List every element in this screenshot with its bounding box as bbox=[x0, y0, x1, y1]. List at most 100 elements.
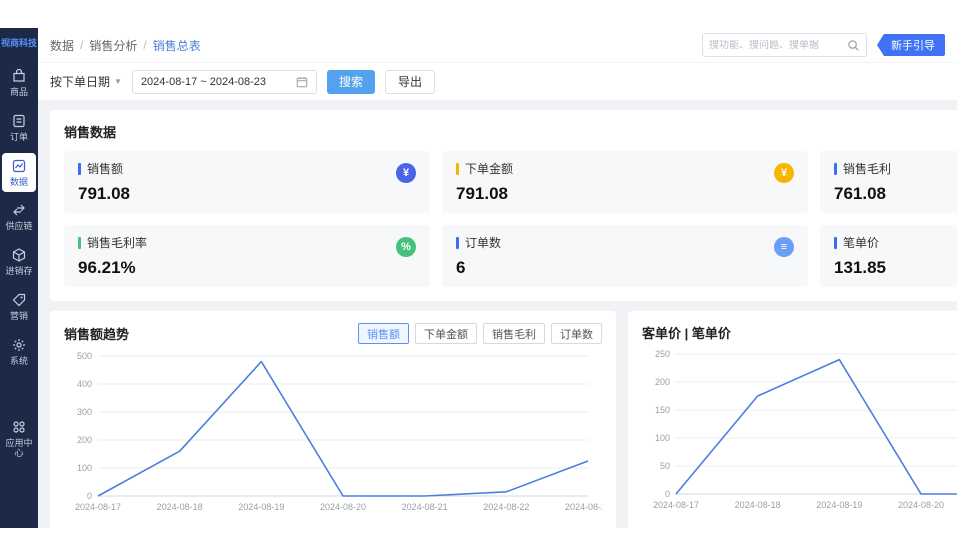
svg-text:2024-08-17: 2024-08-17 bbox=[653, 500, 699, 510]
breadcrumb-separator: / bbox=[80, 38, 83, 52]
accent-bar-icon bbox=[456, 237, 459, 249]
sidebar-item-label: 系统 bbox=[10, 356, 28, 367]
sidebar-item-order[interactable]: 订单 bbox=[2, 108, 36, 148]
svg-text:2024-08-22: 2024-08-22 bbox=[483, 502, 529, 512]
stat-tile: 销售毛利 761.08 bbox=[820, 151, 957, 213]
svg-text:2024-08-20: 2024-08-20 bbox=[898, 500, 944, 510]
sidebar-item-marketing[interactable]: 营销 bbox=[2, 287, 36, 327]
app-window: 视商科技 商品 订单 数据 供应链 进销存 营销 系统 应用中心 数据/销售分析… bbox=[0, 28, 957, 528]
accent-bar-icon bbox=[78, 237, 81, 249]
svg-text:100: 100 bbox=[655, 433, 670, 443]
breadcrumb: 数据 / 销售分析 / 销售总表 bbox=[50, 37, 201, 54]
metric-tab[interactable]: 销售额 bbox=[358, 323, 409, 344]
stat-label: 销售毛利 bbox=[843, 160, 891, 177]
chevron-down-icon: ▼ bbox=[114, 77, 122, 86]
percent-icon: % bbox=[396, 237, 416, 257]
sidebar-item-system[interactable]: 系统 bbox=[2, 332, 36, 372]
svg-text:2024-08-18: 2024-08-18 bbox=[157, 502, 203, 512]
data-icon bbox=[11, 158, 27, 174]
app-center-icon bbox=[11, 419, 27, 435]
date-type-dropdown[interactable]: 按下单日期 ▼ bbox=[50, 73, 122, 90]
sidebar-item-inventory[interactable]: 进销存 bbox=[2, 242, 36, 282]
breadcrumb-separator: / bbox=[143, 38, 146, 52]
sidebar-item-app-center[interactable]: 应用中心 bbox=[2, 414, 36, 465]
stat-tile-header: 下单金额 bbox=[456, 160, 794, 177]
top-bar: 数据 / 销售分析 / 销售总表 新手引导 bbox=[38, 28, 957, 62]
date-range-picker[interactable]: 2024-08-17 ~ 2024-08-23 bbox=[132, 70, 317, 94]
order-icon bbox=[11, 113, 27, 129]
sales-trend-chart: 01002003004005002024-08-172024-08-182024… bbox=[64, 348, 602, 516]
global-search[interactable] bbox=[702, 33, 867, 57]
sales-trend-card: 销售额趋势 销售额下单金额销售毛利订单数 0100200300400500202… bbox=[50, 311, 616, 528]
stat-label: 下单金额 bbox=[465, 160, 513, 177]
svg-text:2024-08-21: 2024-08-21 bbox=[402, 502, 448, 512]
calendar-icon bbox=[296, 76, 308, 88]
sidebar-item-label: 数据 bbox=[10, 177, 28, 188]
price-per-order-chart: 0501001502002502024-08-172024-08-182024-… bbox=[642, 346, 957, 514]
stat-tile-header: 订单数 bbox=[456, 234, 794, 251]
search-button[interactable]: 搜索 bbox=[327, 70, 375, 94]
stat-tiles: 销售额 791.08 ¥ 下单金额 791.08 ¥ 销售毛利 761.08 销… bbox=[64, 151, 957, 287]
breadcrumb-item[interactable]: 销售分析 bbox=[89, 37, 137, 54]
date-type-label: 按下单日期 bbox=[50, 73, 110, 90]
stat-label: 订单数 bbox=[465, 234, 501, 251]
sidebar-item-label: 订单 bbox=[10, 132, 28, 143]
supply-chain-icon bbox=[11, 202, 27, 218]
metric-tab[interactable]: 订单数 bbox=[551, 323, 602, 344]
svg-text:100: 100 bbox=[77, 463, 92, 473]
yuan-icon: ¥ bbox=[774, 163, 794, 183]
svg-text:2024-08-20: 2024-08-20 bbox=[320, 502, 366, 512]
stat-tile-header: 销售毛利 bbox=[834, 160, 957, 177]
metric-tabs: 销售额下单金额销售毛利订单数 bbox=[358, 323, 602, 344]
stat-value: 96.21% bbox=[78, 258, 416, 278]
stat-label: 销售毛利率 bbox=[87, 234, 147, 251]
sales-data-card: 销售数据 销售额 791.08 ¥ 下单金额 791.08 ¥ 销售毛利 761… bbox=[50, 110, 957, 301]
marketing-icon bbox=[11, 292, 27, 308]
svg-text:50: 50 bbox=[660, 461, 670, 471]
content-area: 销售数据 销售额 791.08 ¥ 下单金额 791.08 ¥ 销售毛利 761… bbox=[38, 100, 957, 528]
topbar-right: 新手引导 bbox=[702, 33, 945, 57]
stat-tile: 订单数 6 ≡ bbox=[442, 225, 808, 287]
stat-value: 791.08 bbox=[456, 184, 794, 204]
svg-text:500: 500 bbox=[77, 351, 92, 361]
date-range-value: 2024-08-17 ~ 2024-08-23 bbox=[141, 76, 266, 88]
stat-tile-header: 笔单价 bbox=[834, 234, 957, 251]
inventory-icon bbox=[11, 247, 27, 263]
stat-tile: 销售毛利率 96.21% % bbox=[64, 225, 430, 287]
sidebar-item-label: 供应链 bbox=[5, 221, 32, 232]
svg-text:250: 250 bbox=[655, 349, 670, 359]
beginner-guide-button[interactable]: 新手引导 bbox=[877, 34, 945, 56]
system-icon bbox=[11, 337, 27, 353]
line-chart-svg: 0501001502002502024-08-172024-08-182024-… bbox=[642, 346, 957, 514]
breadcrumb-item[interactable]: 数据 bbox=[50, 37, 74, 54]
sidebar-item-product[interactable]: 商品 bbox=[2, 63, 36, 103]
svg-text:400: 400 bbox=[77, 379, 92, 389]
chart-title: 销售额趋势 bbox=[64, 324, 129, 343]
metric-tab[interactable]: 下单金额 bbox=[415, 323, 477, 344]
metric-tab[interactable]: 销售毛利 bbox=[483, 323, 545, 344]
chart-head: 销售额趋势 销售额下单金额销售毛利订单数 bbox=[64, 323, 602, 344]
price-per-order-card: 客单价 | 笔单价 0501001502002502024-08-172024-… bbox=[628, 311, 957, 528]
sidebar-item-data[interactable]: 数据 bbox=[2, 153, 36, 193]
search-input[interactable] bbox=[709, 40, 847, 51]
search-icon bbox=[847, 39, 860, 52]
main-area: 数据 / 销售分析 / 销售总表 新手引导 按下单日期 ▼ 2024-08-17 ~ 2… bbox=[38, 28, 957, 528]
stat-value: 6 bbox=[456, 258, 794, 278]
sidebar-item-label: 应用中心 bbox=[4, 438, 34, 460]
line-chart-svg: 01002003004005002024-08-172024-08-182024… bbox=[64, 348, 602, 516]
sidebar-item-label: 进销存 bbox=[5, 266, 32, 277]
stat-value: 761.08 bbox=[834, 184, 957, 204]
svg-text:150: 150 bbox=[655, 405, 670, 415]
stat-tile: 销售额 791.08 ¥ bbox=[64, 151, 430, 213]
chart-title: 客单价 | 笔单价 bbox=[642, 323, 731, 342]
accent-bar-icon bbox=[834, 237, 837, 249]
breadcrumb-item[interactable]: 销售总表 bbox=[153, 37, 201, 54]
svg-text:0: 0 bbox=[87, 491, 92, 501]
svg-text:2024-08-18: 2024-08-18 bbox=[735, 500, 781, 510]
filter-bar: 按下单日期 ▼ 2024-08-17 ~ 2024-08-23 搜索 导出 bbox=[38, 62, 957, 100]
export-button[interactable]: 导出 bbox=[385, 70, 435, 94]
sidebar-item-supply-chain[interactable]: 供应链 bbox=[2, 197, 36, 237]
svg-text:200: 200 bbox=[77, 435, 92, 445]
accent-bar-icon bbox=[456, 163, 459, 175]
stat-value: 131.85 bbox=[834, 258, 957, 278]
